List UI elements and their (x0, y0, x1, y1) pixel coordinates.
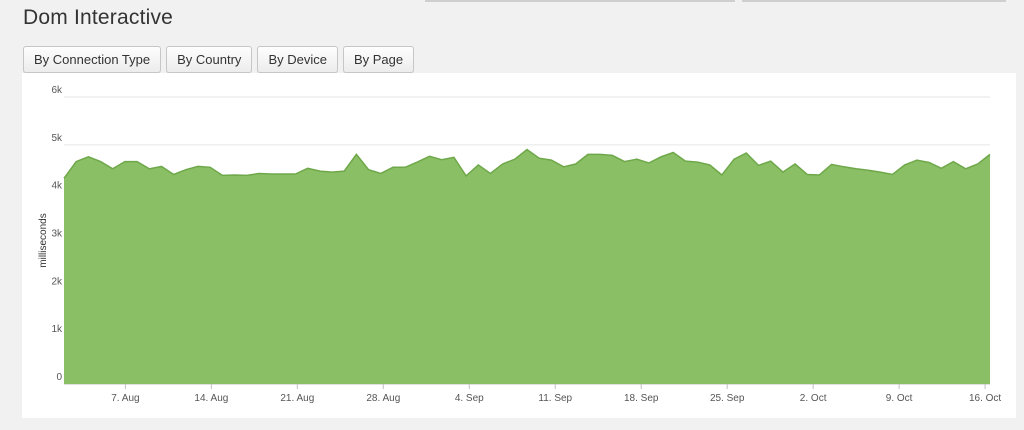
x-tick-label: 21. Aug (280, 393, 314, 404)
y-axis-title: milliseconds (38, 213, 49, 267)
x-tick-label: 11. Sep (538, 393, 572, 404)
y-tick-label: 3k (51, 229, 63, 240)
y-tick-label: 0 (56, 372, 62, 383)
y-tick-label: 5k (51, 133, 63, 144)
x-tick-label: 14. Aug (194, 393, 228, 404)
top-select-edge (742, 0, 1006, 2)
y-tick-label: 1k (51, 324, 63, 335)
page-title: Dom Interactive (23, 6, 174, 29)
x-tick-label: 4. Sep (455, 393, 484, 404)
x-tick-label: 9. Oct (886, 393, 913, 404)
tab-by-page[interactable]: By Page (342, 46, 415, 73)
dom-interactive-area-chart: 0 1k 2k 3k 4k 5k 6k 7. Aug 14. Aug 21. Aug 28. Aug… (38, 85, 1001, 404)
chart-panel: 0 1k 2k 3k 4k 5k 6k 7. Aug 14. Aug 21. Aug 28. Aug… (22, 73, 1016, 418)
tab-by-connection-type[interactable]: By Connection Type (23, 46, 162, 73)
y-tick-label: 2k (51, 276, 63, 287)
x-tick-label: 7. Aug (111, 393, 139, 404)
tab-by-country[interactable]: By Country (166, 46, 253, 73)
top-input-edge (425, 0, 735, 2)
tab-by-device[interactable]: By Device (257, 46, 338, 73)
y-tick-label: 4k (51, 181, 63, 192)
x-tick-label: 25. Sep (710, 393, 745, 404)
x-tick-label: 18. Sep (624, 393, 659, 404)
x-tick-label: 2. Oct (800, 393, 827, 404)
y-tick-label: 6k (51, 85, 63, 96)
series-area (64, 149, 990, 384)
breakdown-tabs: By Connection Type By Country By Device … (23, 46, 415, 73)
x-tick-label: 28. Aug (366, 393, 400, 404)
x-tick-label: 16. Oct (969, 393, 1001, 404)
